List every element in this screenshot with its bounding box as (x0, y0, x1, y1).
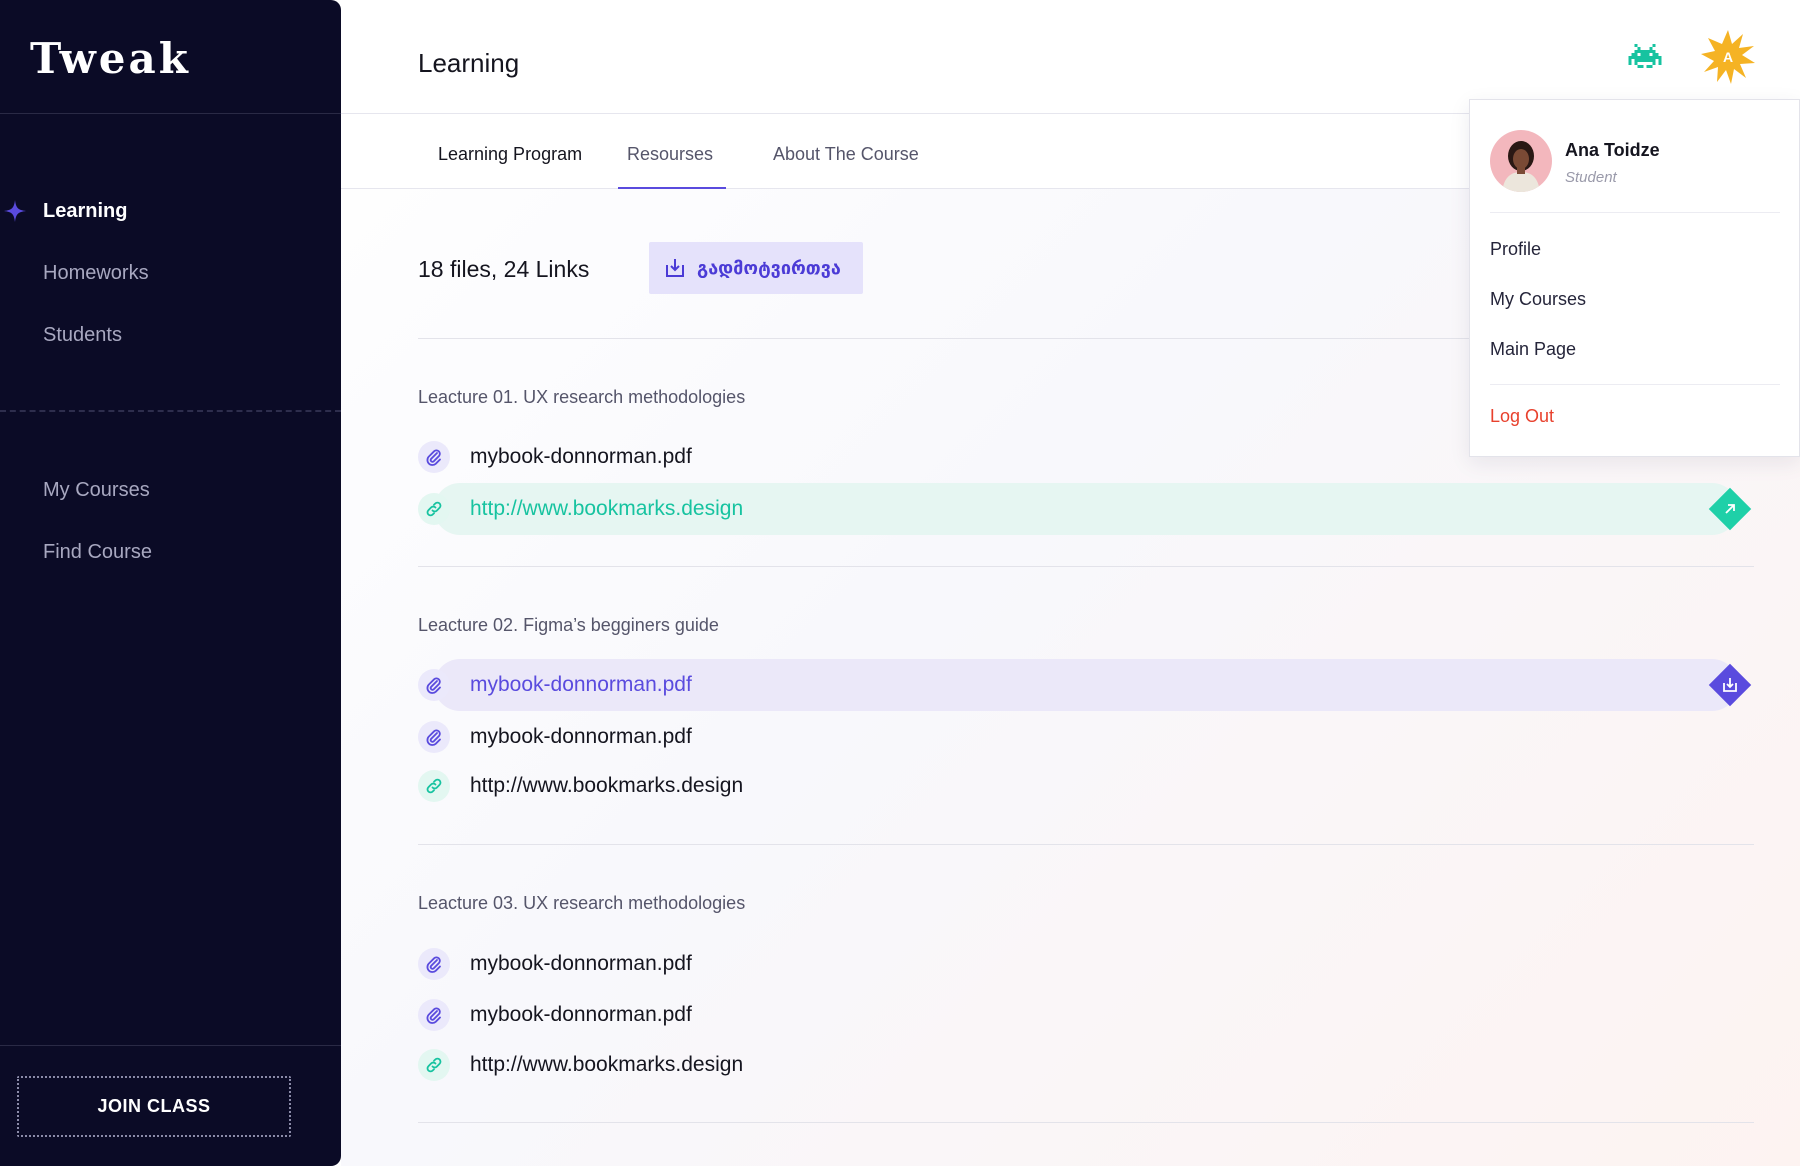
join-class-button[interactable]: JOIN CLASS (17, 1076, 291, 1137)
menu-item-main-page[interactable]: Main Page (1490, 339, 1576, 360)
resource-row[interactable]: mybook-donnorman.pdf (418, 989, 1754, 1041)
resource-file-name[interactable]: mybook-donnorman.pdf (470, 659, 692, 711)
paperclip-icon (418, 669, 450, 701)
download-all-button[interactable]: გადმოტვირთვა (649, 242, 863, 294)
sidebar-nav-secondary: My Courses Find Course (0, 459, 341, 583)
sidebar-dashed-divider (0, 410, 341, 412)
resource-row[interactable]: mybook-donnorman.pdf (418, 938, 1754, 990)
resource-link-url[interactable]: http://www.bookmarks.design (470, 483, 743, 535)
profile-role: Student (1565, 169, 1617, 186)
resource-file-name[interactable]: mybook-donnorman.pdf (470, 431, 692, 483)
resource-row[interactable]: http://www.bookmarks.design (418, 760, 1754, 812)
sidebar-item-label: Students (43, 324, 122, 346)
sidebar-nav-primary: Learning Homeworks Students (0, 180, 341, 366)
resource-row[interactable]: http://www.bookmarks.design (418, 1039, 1754, 1091)
lecture-title: Leacture 02. Figma’s begginers guide (418, 615, 719, 635)
sidebar-item-find-course[interactable]: Find Course (0, 521, 341, 583)
lecture-title: Leacture 03. UX research methodologies (418, 893, 746, 913)
chain-link-icon (418, 770, 450, 802)
section-divider (418, 1122, 1754, 1123)
avatar-initial: A (1722, 49, 1734, 65)
sidebar-item-learning[interactable]: Learning (0, 180, 341, 242)
resources-summary: 18 files, 24 Links (418, 256, 590, 282)
paperclip-icon (418, 441, 450, 473)
resource-row[interactable]: mybook-donnorman.pdf (418, 711, 1754, 763)
menu-item-profile[interactable]: Profile (1490, 239, 1541, 260)
tab-resources[interactable]: Resourses (617, 114, 727, 189)
paperclip-icon (418, 948, 450, 980)
download-all-label: გადმოტვირთვა (697, 257, 841, 279)
dropdown-divider (1490, 384, 1780, 385)
user-avatar-button[interactable]: A (1701, 30, 1755, 84)
sidebar-item-label: Homeworks (43, 262, 149, 284)
page-header: Learning A (341, 0, 1800, 114)
avatar (1490, 130, 1552, 192)
section-divider (418, 844, 1754, 845)
sidebar-item-homeworks[interactable]: Homeworks (0, 242, 341, 304)
resource-row[interactable]: http://www.bookmarks.design (418, 483, 1754, 535)
resource-row[interactable]: mybook-donnorman.pdf (418, 659, 1754, 711)
dropdown-divider (1490, 212, 1780, 213)
sidebar-item-label: My Courses (43, 479, 150, 501)
space-invader-icon[interactable] (1628, 44, 1662, 68)
profile-dropdown: Ana Toidze Student Profile My Courses Ma… (1469, 99, 1800, 457)
arrow-up-right-icon[interactable] (1705, 484, 1755, 534)
lecture-title: Leacture 01. UX research methodologies (418, 387, 746, 407)
sparkle-icon (4, 180, 26, 242)
tab-learning-program[interactable]: Learning Program (438, 114, 582, 189)
paperclip-icon (418, 721, 450, 753)
resource-file-name[interactable]: mybook-donnorman.pdf (470, 989, 692, 1041)
profile-name: Ana Toidze (1565, 140, 1660, 160)
section-divider (418, 566, 1754, 567)
chain-link-icon (418, 1049, 450, 1081)
menu-item-my-courses[interactable]: My Courses (1490, 289, 1586, 310)
resource-file-name[interactable]: mybook-donnorman.pdf (470, 711, 692, 763)
download-icon (666, 259, 684, 277)
logout-button[interactable]: Log Out (1490, 406, 1554, 427)
sidebar-item-label: Find Course (43, 541, 152, 563)
sidebar-bottom-divider (0, 1045, 341, 1046)
sidebar-item-students[interactable]: Students (0, 304, 341, 366)
resource-file-name[interactable]: mybook-donnorman.pdf (470, 938, 692, 990)
resource-link-url[interactable]: http://www.bookmarks.design (470, 1039, 743, 1091)
tab-about-course[interactable]: About The Course (773, 114, 919, 189)
sidebar: Tweak Learning Homeworks Students My Cou… (0, 0, 341, 1166)
sidebar-divider (0, 113, 341, 114)
chain-link-icon (418, 493, 450, 525)
paperclip-icon (418, 999, 450, 1031)
resource-link-url[interactable]: http://www.bookmarks.design (470, 760, 743, 812)
sidebar-item-label: Learning (43, 200, 128, 222)
sidebar-item-my-courses[interactable]: My Courses (0, 459, 341, 521)
page-title: Learning (418, 48, 520, 78)
app-logo: Tweak (30, 34, 191, 83)
download-icon[interactable] (1705, 660, 1755, 710)
